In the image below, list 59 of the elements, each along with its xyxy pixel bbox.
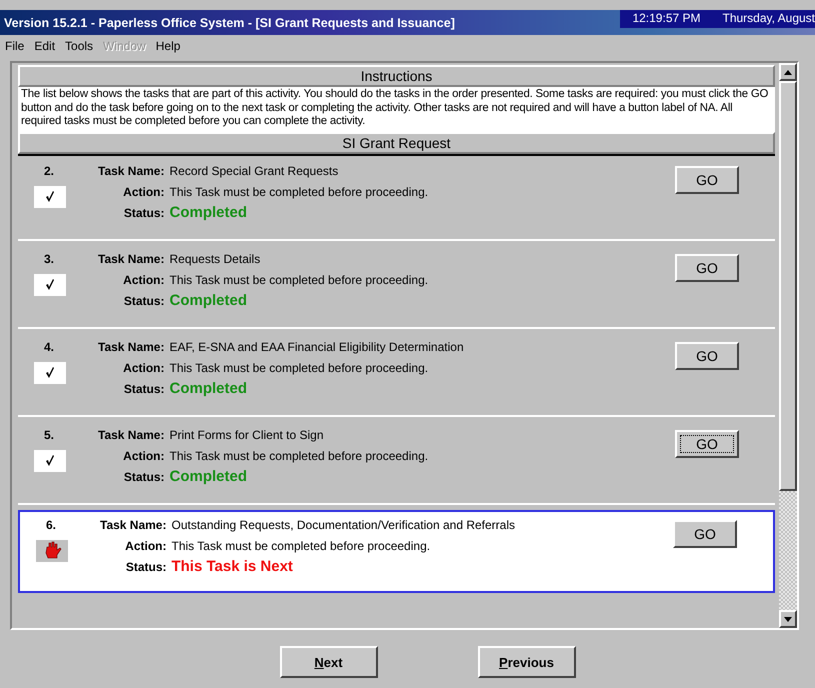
action-text: This Task must be completed before proceeding. bbox=[169, 448, 430, 462]
status-text: Completed bbox=[169, 382, 248, 396]
instructions-text: The list below shows the tasks that are part of this activity. You should do the tasks in the order presented. Some tasks are required: you must click the GO button and do the task before going on to the next task or completing the activity. Other tasks are not required and will have a button label of NA. All required tasks must be completed before you can complete the activity. bbox=[18, 87, 775, 132]
task-number: 6. bbox=[45, 518, 56, 532]
task-name: Record Special Grant Requests bbox=[169, 164, 340, 178]
action-label: Action: bbox=[124, 538, 166, 552]
status-label: Status: bbox=[122, 382, 164, 396]
task-number: 5. bbox=[43, 428, 54, 442]
section-header: SI Grant Request bbox=[18, 132, 775, 154]
window-title: Version 15.2.1 - Paperless Office System - [SI Grant Requests and Issuance] bbox=[3, 16, 456, 30]
clock-time: 12:19:57 PM bbox=[620, 10, 708, 28]
go-button[interactable]: GO bbox=[673, 520, 737, 548]
status-text: Completed bbox=[169, 294, 248, 308]
check-icon bbox=[45, 278, 55, 291]
clock-date: Thursday, August bbox=[708, 10, 815, 28]
nav-button[interactable]: Next bbox=[280, 646, 378, 678]
task-name-label: Task Name: bbox=[98, 164, 164, 178]
task-name-label: Task Name: bbox=[98, 252, 164, 266]
task-name-label: Task Name: bbox=[100, 518, 166, 532]
status-label: Status: bbox=[122, 294, 164, 308]
menu-item[interactable]: Tools bbox=[65, 39, 94, 53]
menu-item[interactable]: Edit bbox=[34, 39, 56, 53]
action-label: Action: bbox=[122, 360, 164, 374]
scroll-up-icon[interactable] bbox=[784, 70, 792, 74]
task-name: Print Forms for Client to Sign bbox=[169, 428, 325, 442]
task-name-label: Task Name: bbox=[98, 428, 164, 442]
task-number: 2. bbox=[43, 164, 54, 178]
action-text: This Task must be completed before proceeding. bbox=[171, 538, 432, 552]
go-button[interactable]: GO bbox=[675, 166, 739, 194]
task-row[interactable]: 6. Task Name: Outstanding Requests, Documentation/Verification and Referrals Action: This Task must be completed before proceeding. Status: This Task is Next GO bbox=[18, 510, 775, 592]
status-text: Completed bbox=[169, 470, 248, 484]
action-text: This Task must be completed before proceeding. bbox=[169, 360, 430, 374]
go-button[interactable]: GO bbox=[675, 254, 739, 282]
status-label: Status: bbox=[122, 206, 164, 220]
action-text: This Task must be completed before proceeding. bbox=[169, 272, 430, 286]
status-label: Status: bbox=[124, 560, 166, 574]
status-text: Completed bbox=[169, 206, 248, 220]
check-icon bbox=[45, 454, 55, 467]
menu-item[interactable]: File bbox=[5, 39, 24, 53]
task-number: 4. bbox=[43, 340, 54, 354]
status-label: Status: bbox=[122, 470, 164, 484]
status-text: This Task is Next bbox=[171, 560, 294, 574]
check-icon bbox=[45, 366, 55, 379]
action-label: Action: bbox=[122, 448, 164, 462]
nav-button[interactable]: Previous bbox=[478, 646, 576, 678]
action-label: Action: bbox=[122, 272, 164, 286]
action-label: Action: bbox=[122, 184, 164, 198]
task-name: Requests Details bbox=[169, 252, 262, 266]
scroll-down-icon[interactable] bbox=[784, 616, 792, 622]
task-number: 3. bbox=[43, 252, 54, 266]
action-text: This Task must be completed before proceeding. bbox=[169, 184, 430, 198]
task-name-label: Task Name: bbox=[98, 340, 164, 354]
task-name: EAF, E-SNA and EAA Financial Eligibility Determination bbox=[169, 340, 465, 354]
task-name: Outstanding Requests, Documentation/Verification and Referrals bbox=[171, 518, 516, 532]
menu-item[interactable]: Help bbox=[156, 39, 180, 53]
go-button[interactable]: GO bbox=[675, 342, 739, 370]
instructions-header: Instructions bbox=[18, 65, 775, 87]
check-icon bbox=[45, 190, 55, 203]
go-button[interactable]: GO bbox=[675, 430, 739, 458]
